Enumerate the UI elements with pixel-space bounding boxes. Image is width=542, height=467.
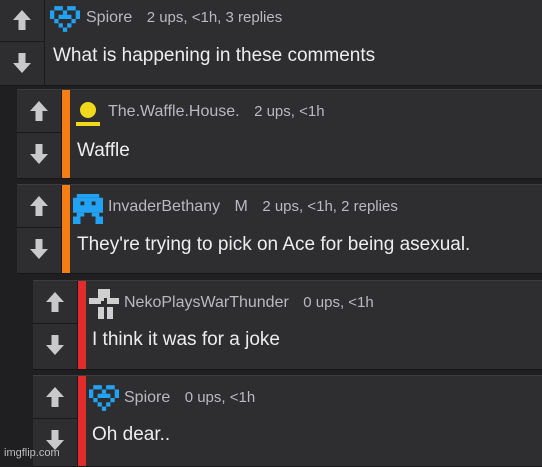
thread-bar: [62, 90, 70, 178]
mod-badge: M: [234, 198, 248, 215]
arrow-up-icon: [46, 387, 64, 407]
downvote-button[interactable]: [0, 42, 44, 84]
thread-bar: [62, 185, 70, 273]
arrow-down-icon: [30, 144, 48, 164]
pixel-heart-icon: [50, 6, 80, 32]
watermark: imgflip.com: [4, 447, 60, 459]
comment-text: I think it was for a joke: [92, 329, 280, 350]
comment-text: They're trying to pick on Ace for being …: [77, 234, 471, 255]
downvote-button[interactable]: [33, 324, 77, 366]
vote-controls: [33, 281, 78, 369]
comment-header: InvaderBethany M 2 ups, <1h, 2 replies: [108, 198, 398, 216]
comment-meta: 0 ups, <1h: [184, 389, 256, 406]
vote-controls: [17, 185, 62, 273]
comment-header: NekoPlaysWarThunder 0 ups, <1h: [124, 294, 374, 312]
arrow-down-icon: [13, 53, 31, 73]
avatar[interactable]: [50, 5, 80, 38]
downvote-button[interactable]: [17, 133, 61, 175]
downvote-button[interactable]: [17, 228, 61, 270]
upvote-button[interactable]: [33, 281, 77, 324]
comment-text: What is happening in these comments: [53, 45, 376, 66]
thread-bar: [78, 281, 86, 369]
pixel-cross-icon: [89, 289, 119, 319]
comment-header: Spiore 0 ups, <1h: [124, 389, 255, 407]
comment-2: The.Waffle.House. 2 ups, <1h Waffle: [17, 89, 542, 179]
arrow-up-icon: [30, 196, 48, 216]
comment-header: Spiore 2 ups, <1h, 3 replies: [86, 9, 282, 27]
user-silhouette-icon: [76, 102, 100, 126]
comment-meta: 2 ups, <1h, 2 replies: [262, 198, 398, 215]
username-link[interactable]: Spiore: [86, 9, 132, 26]
arrow-up-icon: [46, 292, 64, 312]
comment-1: Spiore 2 ups, <1h, 3 replies What is hap…: [0, 0, 542, 86]
thread-bar: [78, 376, 86, 466]
upvote-button[interactable]: [17, 90, 61, 133]
upvote-button[interactable]: [17, 185, 61, 228]
upvote-button[interactable]: [0, 0, 44, 42]
username-link[interactable]: NekoPlaysWarThunder: [124, 294, 289, 311]
comment-meta: 2 ups, <1h: [254, 103, 325, 120]
arrow-up-icon: [13, 10, 31, 30]
comment-meta: 2 ups, <1h, 3 replies: [146, 9, 283, 26]
avatar[interactable]: [89, 289, 119, 324]
arrow-down-icon: [30, 239, 48, 259]
comment-3: InvaderBethany M 2 ups, <1h, 2 replies T…: [17, 184, 542, 274]
arrow-down-icon: [46, 335, 64, 355]
comment-text: Waffle: [77, 140, 130, 161]
space-invader-icon: [73, 194, 103, 224]
arrow-up-icon: [30, 101, 48, 121]
vote-controls: [0, 0, 45, 85]
upvote-button[interactable]: [33, 376, 77, 419]
avatar[interactable]: [73, 194, 103, 229]
comment-4: NekoPlaysWarThunder 0 ups, <1h I think i…: [33, 280, 542, 370]
comment-5: Spiore 0 ups, <1h Oh dear..: [33, 375, 542, 467]
comment-meta: 0 ups, <1h: [303, 294, 374, 311]
avatar[interactable]: [74, 100, 102, 133]
vote-controls: [17, 90, 62, 178]
comment-header: The.Waffle.House. 2 ups, <1h: [108, 103, 325, 121]
username-link[interactable]: The.Waffle.House.: [108, 103, 240, 120]
username-link[interactable]: InvaderBethany: [108, 198, 220, 215]
pixel-heart-icon: [89, 385, 119, 411]
avatar[interactable]: [89, 384, 119, 417]
comment-text: Oh dear..: [92, 424, 171, 445]
username-link[interactable]: Spiore: [124, 389, 170, 406]
